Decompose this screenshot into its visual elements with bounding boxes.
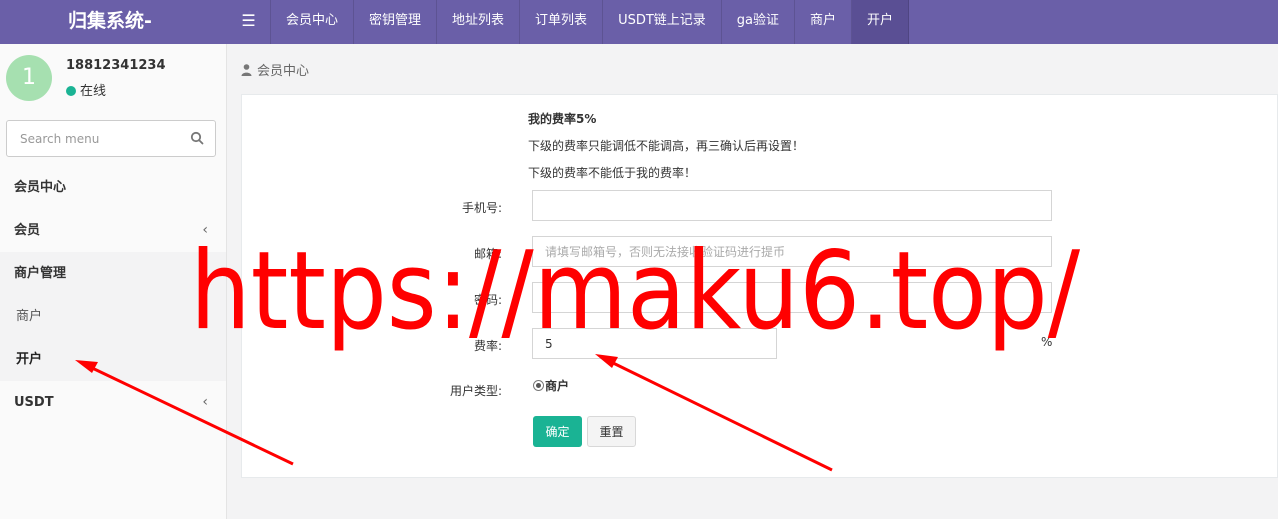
menu-toggle-icon[interactable]: ☰ [227,0,271,44]
nav-address-list[interactable]: 地址列表 [437,0,521,44]
main-content: 会员中心 我的费率5% 下级的费率只能调低不能调高，再三确认后再设置！ 下级的费… [227,44,1278,519]
rate-limit-note: 下级的费率不能低于我的费率！ [528,166,697,180]
password-field[interactable] [532,282,1052,313]
avatar[interactable]: 1 [6,55,52,101]
nav-usdt-records[interactable]: USDT链上记录 [603,0,722,44]
search-box [6,120,216,157]
confirm-button[interactable]: 确定 [533,416,582,447]
sidebar: 1 18812341234 在线 会员中心 会员 ‹ 商户管理 商户 开户 USD… [0,44,227,519]
sidebar-item-label: 商户 [16,309,43,324]
rate-warning-note: 下级的费率只能调低不能调高，再三确认后再设置！ [528,139,805,153]
online-dot-icon [66,86,76,96]
my-rate-note: 我的费率5% [528,112,597,126]
sidebar-item-label: 会员 [14,223,41,238]
chevron-left-icon: ‹ [202,222,208,238]
password-label: 密码: [473,293,502,307]
sidebar-item-label: 商户管理 [14,266,67,281]
chevron-left-icon: ‹ [202,394,208,410]
sidebar-item-merchant[interactable]: 商户 [0,295,226,338]
user-type-label: 用户类型: [449,384,502,398]
email-label: 邮箱: [473,247,502,261]
nav-member-center[interactable]: 会员中心 [271,0,355,44]
search-icon[interactable] [190,131,204,145]
phone-label: 手机号: [461,201,502,215]
user-type-radio[interactable]: 商户 [533,377,569,394]
sidebar-item-label: USDT [14,395,54,410]
search-input[interactable] [7,121,187,156]
open-account-form-panel: 我的费率5% 下级的费率只能调低不能调高，再三确认后再设置！ 下级的费率不能低于… [241,94,1278,478]
radio-checked-icon[interactable] [533,380,544,391]
sidebar-item-member-center[interactable]: 会员中心 [0,166,226,209]
brand-logo[interactable]: 归集系统- [0,0,227,44]
user-type-option: 商户 [545,379,570,393]
sidebar-item-usdt[interactable]: USDT ‹ [0,381,226,424]
user-status: 在线 [66,80,106,99]
rate-unit: % [1041,335,1053,349]
nav-order-list[interactable]: 订单列表 [520,0,604,44]
rate-field[interactable] [532,328,777,359]
breadcrumb: 会员中心 [241,60,309,79]
rate-label: 费率: [473,339,502,353]
user-phone: 18812341234 [66,58,166,73]
nav-merchant[interactable]: 商户 [795,0,853,44]
sidebar-item-open-account[interactable]: 开户 [0,338,226,381]
sidebar-item-label: 会员中心 [14,180,67,195]
top-nav: ☰ 会员中心 密钥管理 地址列表 订单列表 USDT链上记录 ga验证 商户 开… [227,0,910,44]
top-navbar: 归集系统- ☰ 会员中心 密钥管理 地址列表 订单列表 USDT链上记录 ga验… [0,0,1278,44]
phone-field[interactable] [532,190,1052,221]
email-field[interactable] [532,236,1052,267]
nav-open-account[interactable]: 开户 [852,0,910,44]
status-text: 在线 [80,84,107,99]
sidebar-item-label: 开户 [16,352,43,367]
nav-key-management[interactable]: 密钥管理 [354,0,438,44]
sidebar-item-member[interactable]: 会员 ‹ [0,209,226,252]
sidebar-item-merchant-management[interactable]: 商户管理 [0,252,226,295]
breadcrumb-label[interactable]: 会员中心 [257,64,309,79]
nav-ga-verify[interactable]: ga验证 [722,0,795,44]
reset-button[interactable]: 重置 [587,416,636,447]
user-icon [241,64,252,76]
sidebar-menu: 会员中心 会员 ‹ 商户管理 商户 开户 USDT ‹ [0,166,226,424]
